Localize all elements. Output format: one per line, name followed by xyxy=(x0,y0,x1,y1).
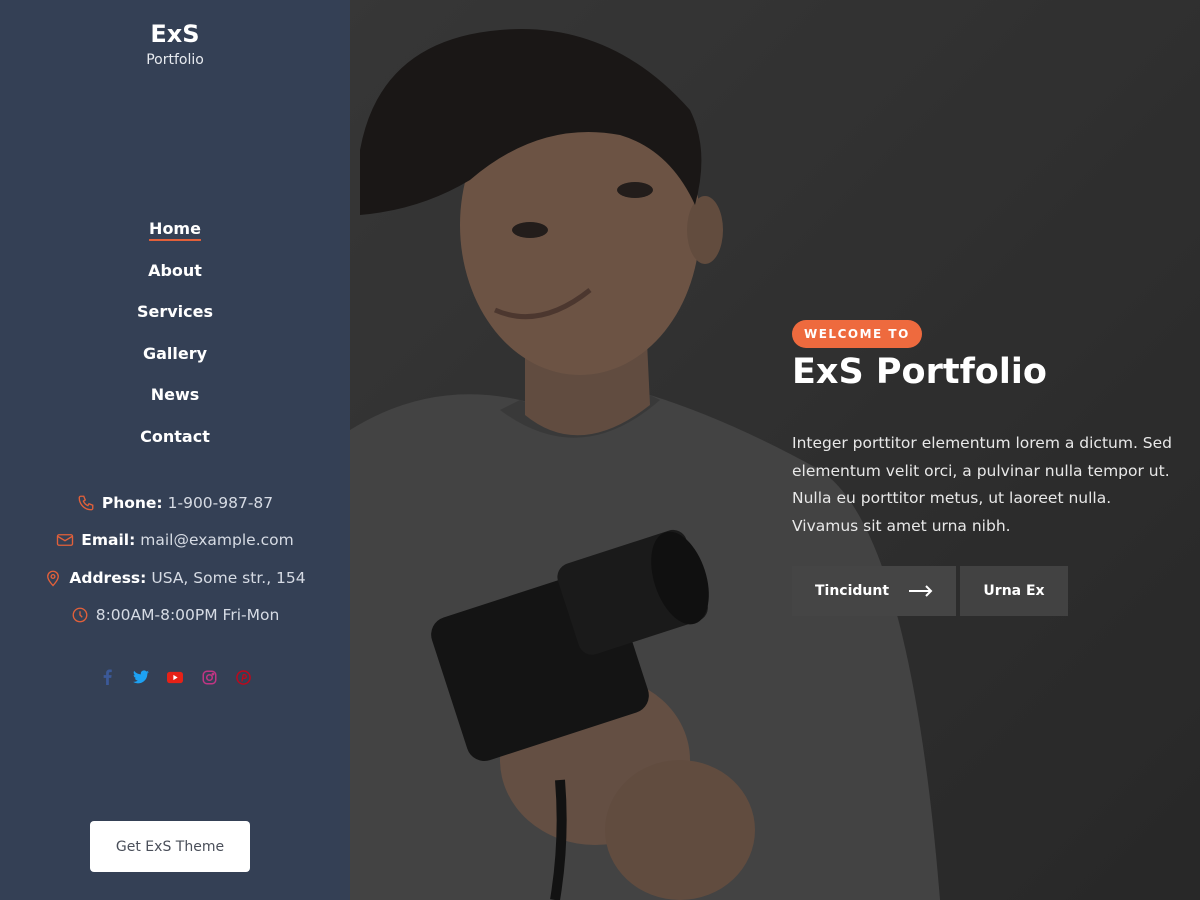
phone-icon xyxy=(77,494,95,512)
brand-subtitle: Portfolio xyxy=(146,52,204,68)
tincidunt-button[interactable]: Tincidunt xyxy=(792,566,956,616)
contact-info: Phone: 1-900-987-87 Email: mail@example.… xyxy=(0,484,350,634)
tincidunt-button-label: Tincidunt xyxy=(814,583,890,599)
pinterest-icon[interactable] xyxy=(235,668,251,686)
contact-hours: 8:00AM-8:00PM Fri-Mon xyxy=(0,597,350,635)
phone-value[interactable]: 1-900-987-87 xyxy=(168,494,274,512)
urna-ex-button[interactable]: Urna Ex xyxy=(960,566,1068,616)
brand-title[interactable]: ExS xyxy=(0,20,350,48)
contact-address: Address: USA, Some str., 154 xyxy=(0,559,350,597)
nav-item-home[interactable]: Home xyxy=(149,216,201,242)
youtube-icon[interactable] xyxy=(167,668,183,686)
hours-value: 8:00AM-8:00PM Fri-Mon xyxy=(95,606,280,625)
social-links xyxy=(0,668,350,686)
sidebar: ExS Portfolio Home About Services Galler… xyxy=(0,0,350,900)
contact-email: Email: mail@example.com xyxy=(0,522,350,560)
arrow-right-icon xyxy=(909,585,933,597)
facebook-icon[interactable] xyxy=(99,668,115,686)
nav-item-services[interactable]: Services xyxy=(137,299,213,325)
email-label: Email: xyxy=(81,531,136,550)
nav-item-contact[interactable]: Contact xyxy=(140,424,210,450)
nav-item-about[interactable]: About xyxy=(148,258,202,284)
hero-title: ExS Portfolio xyxy=(792,352,1047,392)
phone-label: Phone: xyxy=(101,493,163,512)
hero-description: Integer porttitor elementum lorem a dict… xyxy=(792,434,1173,535)
hero-section: WELCOME TO ExS Portfolio Integer porttit… xyxy=(350,0,1200,900)
clock-icon xyxy=(71,606,89,624)
address-label: Address: xyxy=(69,568,147,587)
location-pin-icon xyxy=(44,569,62,587)
twitter-icon[interactable] xyxy=(133,668,149,686)
nav-item-gallery[interactable]: Gallery xyxy=(143,341,207,367)
instagram-icon[interactable] xyxy=(201,668,217,686)
nav-item-news[interactable]: News xyxy=(151,382,200,408)
contact-phone: Phone: 1-900-987-87 xyxy=(0,484,350,522)
address-value: USA, Some str., 154 xyxy=(151,568,306,587)
email-value[interactable]: mail@example.com xyxy=(140,531,293,549)
main-nav: Home About Services Gallery News Contact xyxy=(0,216,350,466)
welcome-badge: WELCOME TO xyxy=(792,320,922,348)
get-theme-button[interactable]: Get ExS Theme xyxy=(90,821,250,872)
mail-icon xyxy=(56,531,74,549)
